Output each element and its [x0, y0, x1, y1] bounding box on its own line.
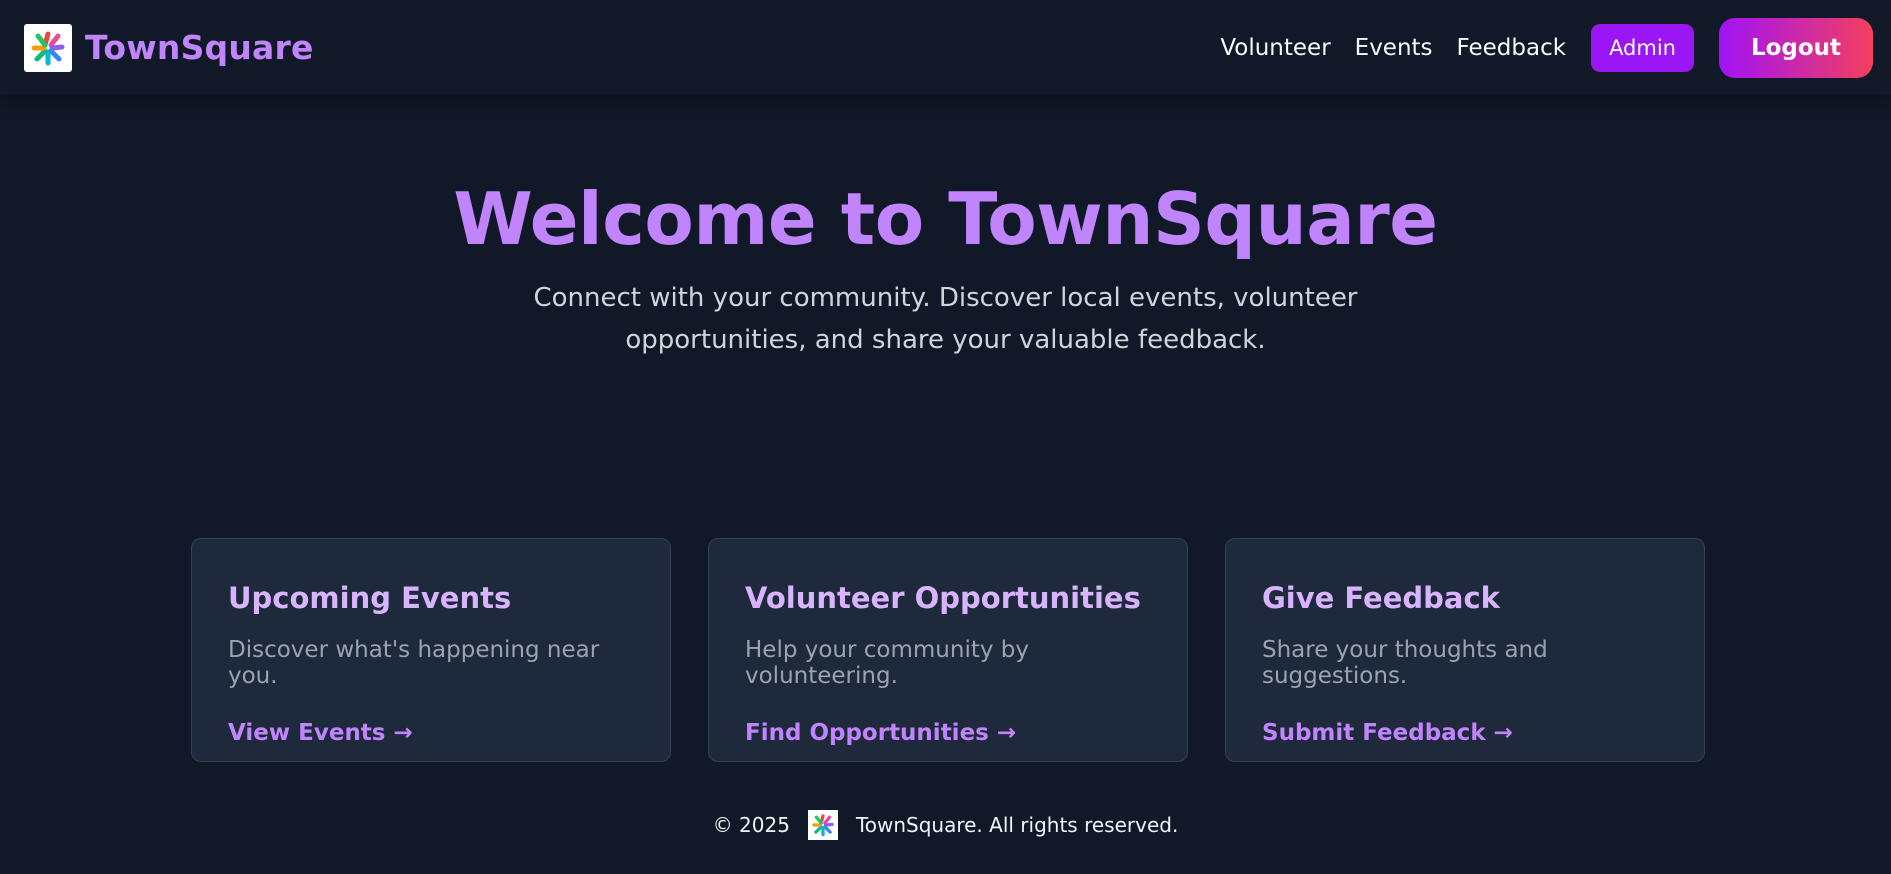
brand[interactable]: TownSquare [24, 23, 314, 72]
find-opportunities-link[interactable]: Find Opportunities → [745, 720, 1016, 746]
card-title: Upcoming Events [228, 581, 512, 615]
hero-subtitle: Connect with your community. Discover lo… [533, 283, 1358, 356]
card-title: Give Feedback [1262, 581, 1500, 615]
card-description: Share your thoughts and suggestions. [1262, 637, 1548, 689]
hero-section: Welcome to TownSquare Connect with your … [0, 177, 1891, 361]
card-give-feedback: Give Feedback Share your thoughts and su… [1225, 538, 1705, 762]
nav-events-link[interactable]: Events [1355, 35, 1433, 61]
nav-volunteer-link[interactable]: Volunteer [1220, 35, 1330, 61]
top-navbar: TownSquare Volunteer Events Feedback Adm… [0, 0, 1891, 95]
townsquare-logo-icon [24, 23, 72, 72]
card-volunteer-opportunities: Volunteer Opportunities Help your commun… [708, 538, 1188, 762]
footer-copyright: © 2025 [712, 813, 790, 837]
admin-button[interactable]: Admin [1591, 23, 1694, 72]
submit-feedback-link[interactable]: Submit Feedback → [1262, 720, 1513, 746]
townsquare-logo-icon [807, 810, 838, 840]
card-title: Volunteer Opportunities [745, 581, 1141, 615]
view-events-link[interactable]: View Events → [228, 720, 413, 746]
card-upcoming-events: Upcoming Events Discover what's happenin… [191, 538, 671, 762]
card-description: Help your community by volunteering. [745, 637, 1029, 689]
card-description: Discover what's happening near you. [228, 637, 600, 689]
footer-text: TownSquare. All rights reserved. [855, 813, 1179, 837]
main-nav: Volunteer Events Feedback Admin Logout [1220, 17, 1873, 78]
logout-button[interactable]: Logout [1719, 17, 1873, 78]
brand-name[interactable]: TownSquare [85, 28, 314, 67]
footer: © 2025 TownSquare. All rights reserved. [0, 810, 1891, 840]
feature-cards: Upcoming Events Discover what's happenin… [191, 538, 1705, 762]
hero-title: Welcome to TownSquare [453, 177, 1438, 261]
nav-feedback-link[interactable]: Feedback [1457, 35, 1567, 61]
